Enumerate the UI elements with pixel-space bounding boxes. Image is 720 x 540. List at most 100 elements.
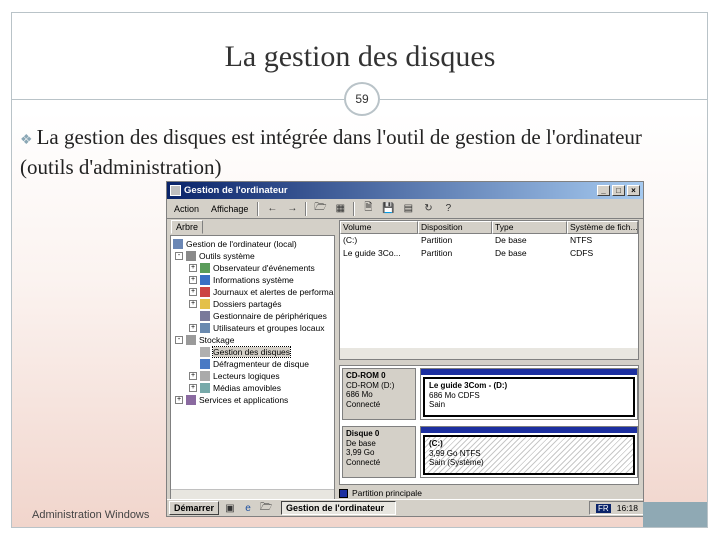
partition-title: Le guide 3Com - (D:): [429, 381, 508, 390]
browser-icon[interactable]: e: [241, 502, 255, 515]
computer-icon: [173, 239, 183, 249]
tree-item-local-users[interactable]: + Utilisateurs et groupes locaux: [189, 322, 325, 334]
tree-pane: Gestion de l'ordinateur (local) - Outils …: [170, 235, 335, 501]
bullet-text: ❖ La gestion des disques est intégrée dan…: [20, 124, 700, 180]
maximize-button[interactable]: □: [612, 185, 625, 196]
volume-list-scrollbar[interactable]: [340, 348, 638, 359]
help-icon[interactable]: ?: [441, 202, 455, 215]
disk-icon[interactable]: 💾: [381, 202, 395, 215]
removable-media-icon: [200, 383, 210, 393]
tree-item-logical-drives[interactable]: + Lecteurs logiques: [189, 370, 280, 382]
expand-icon[interactable]: +: [189, 288, 197, 296]
expand-icon[interactable]: +: [175, 396, 183, 404]
tree-item-services[interactable]: + Services et applications: [175, 394, 288, 406]
expand-icon[interactable]: +: [189, 300, 197, 308]
bullet-icon: ❖: [20, 133, 33, 148]
expand-icon[interactable]: +: [189, 276, 197, 284]
tree-item-perf-logs[interactable]: + Journaux et alertes de performar: [189, 286, 334, 298]
taskbar-item-computer-management[interactable]: Gestion de l'ordinateur: [281, 501, 397, 515]
tools-icon: [186, 251, 196, 261]
footer-band: [643, 502, 707, 527]
minimize-button[interactable]: _: [597, 185, 610, 196]
taskbar: Démarrer ▣ e 🗁 Gestion de l'ordinateur F…: [167, 499, 643, 516]
disk-info-line: 3,99 Go: [346, 448, 375, 457]
disk-info-line: CD-ROM (D:): [346, 380, 395, 390]
partition-bar: [421, 427, 637, 433]
toolbar-separator: [305, 201, 308, 216]
column-header-volume[interactable]: Volume: [340, 221, 418, 234]
disk-name: Disque 0: [346, 429, 380, 438]
menu-view[interactable]: Affichage: [208, 204, 251, 214]
table-row[interactable]: Le guide 3Co... Partition De base CDFS: [340, 247, 638, 260]
info-icon: [200, 275, 210, 285]
app-icon: [170, 185, 181, 196]
drive-icon[interactable]: ▤: [401, 202, 415, 215]
disk-info-cdrom[interactable]: CD-ROM 0 CD-ROM (D:) 686 Mo Connecté: [342, 368, 416, 420]
footer-text: Administration Windows: [32, 509, 150, 521]
back-arrow-icon[interactable]: ←: [265, 202, 279, 215]
tree-item-shared-folders[interactable]: + Dossiers partagés: [189, 298, 282, 310]
tab-tree[interactable]: Arbre: [171, 220, 204, 234]
cell-filesystem: CDFS: [570, 248, 594, 258]
toolbar: Action Affichage ← → 🗁 ▦ 🗎 💾 ▤ ↻ ?: [167, 199, 643, 219]
cell-disposition: Partition: [421, 248, 453, 258]
tree-item-system-tools[interactable]: - Outils système: [175, 250, 255, 262]
start-button[interactable]: Démarrer: [169, 501, 220, 515]
disk-info-disk0[interactable]: Disque 0 De base 3,99 Go Connecté: [342, 426, 416, 478]
desktop-icon[interactable]: ▣: [223, 502, 237, 515]
properties-icon[interactable]: 🗎: [361, 202, 375, 215]
table-row[interactable]: (C:) Partition De base NTFS: [340, 234, 638, 247]
drive-icon: [200, 371, 210, 381]
expand-icon[interactable]: +: [189, 372, 197, 380]
partition-title: (C:): [429, 439, 443, 448]
disk-management-icon: [200, 347, 210, 357]
collapse-icon[interactable]: -: [175, 336, 183, 344]
tree-item-disk-management[interactable]: Gestion des disques: [200, 346, 292, 358]
volume-list-header: Volume Disposition Type Système de fich.…: [340, 221, 638, 234]
disk-info-line: Connecté: [346, 457, 381, 467]
menu-action[interactable]: Action: [171, 204, 202, 214]
disk-info-line: Connecté: [346, 399, 381, 409]
tree-item-defragmenter[interactable]: Défragmenteur de disque: [200, 358, 309, 370]
tree-item-event-viewer[interactable]: + Observateur d'événements: [189, 262, 315, 274]
column-header-filesystem[interactable]: Système de fich...: [567, 221, 638, 234]
close-button[interactable]: ×: [627, 185, 640, 196]
window-titlebar[interactable]: Gestion de l'ordinateur _ □ ×: [167, 182, 643, 199]
tree-item-storage[interactable]: - Stockage: [175, 334, 234, 346]
explorer-icon[interactable]: 🗁: [259, 502, 273, 515]
expand-icon[interactable]: +: [189, 264, 197, 272]
toolbar-separator: [257, 201, 260, 216]
tree-item-device-manager[interactable]: Gestionnaire de périphériques: [200, 310, 327, 322]
partition-bar: [421, 369, 637, 375]
computer-management-window: Gestion de l'ordinateur _ □ × Action Aff…: [166, 181, 644, 517]
column-header-disposition[interactable]: Disposition: [418, 221, 492, 234]
tree-item-system-info[interactable]: + Informations système: [189, 274, 294, 286]
users-icon: [200, 323, 210, 333]
expand-icon[interactable]: +: [189, 384, 197, 392]
clock: 16:18: [616, 503, 638, 513]
column-header-type[interactable]: Type: [492, 221, 567, 234]
legend-label: Partition principale: [352, 488, 422, 498]
partition-line: 686 Mo CDFS: [429, 390, 480, 400]
up-folder-icon[interactable]: 🗁: [313, 202, 327, 215]
show-tree-icon[interactable]: ▦: [333, 202, 347, 215]
system-tray: FR 16:18: [589, 501, 643, 515]
disk-graphical-view: CD-ROM 0 CD-ROM (D:) 686 Mo Connecté Le …: [339, 365, 639, 485]
device-manager-icon: [200, 311, 210, 321]
expand-icon[interactable]: +: [189, 324, 197, 332]
forward-arrow-icon[interactable]: →: [285, 202, 299, 215]
title-divider-right: [380, 99, 708, 100]
disk-row-cdrom: CD-ROM 0 CD-ROM (D:) 686 Mo Connecté Le …: [342, 368, 638, 420]
folder-icon: [200, 299, 210, 309]
tree-item-removable-media[interactable]: + Médias amovibles: [189, 382, 281, 394]
language-indicator[interactable]: FR: [596, 503, 611, 513]
tree-item-computer-management[interactable]: Gestion de l'ordinateur (local): [173, 238, 297, 250]
event-viewer-icon: [200, 263, 210, 273]
refresh-icon[interactable]: ↻: [421, 202, 435, 215]
toolbar-separator: [353, 201, 356, 216]
bullet-label: La gestion des disques est intégrée dans…: [20, 125, 642, 179]
collapse-icon[interactable]: -: [175, 252, 183, 260]
partition-c[interactable]: (C:) 3,99 Go NTFS Sain (Système): [420, 426, 638, 478]
partition-cdrom[interactable]: Le guide 3Com - (D:) 686 Mo CDFS Sain: [420, 368, 638, 420]
legend: Partition principale: [339, 488, 422, 498]
